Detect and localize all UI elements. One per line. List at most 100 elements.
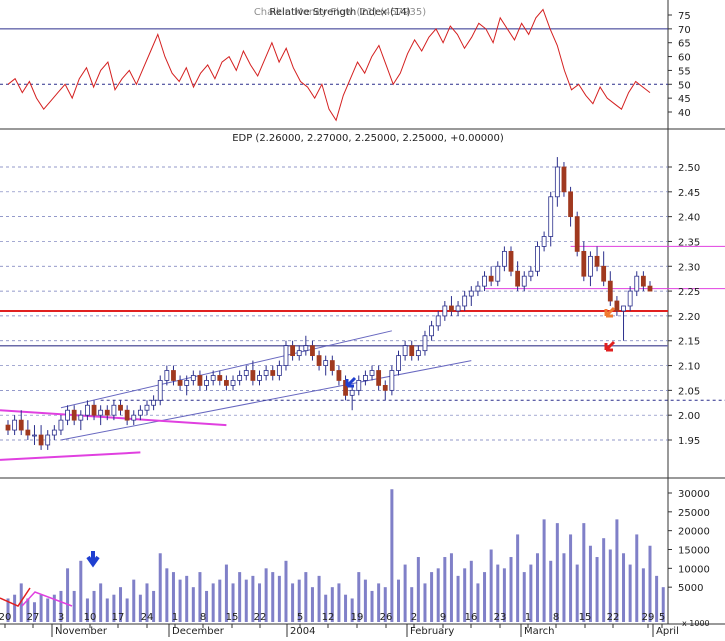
month-label: 2004 xyxy=(290,626,315,637)
candle-body xyxy=(402,345,408,357)
candle-body xyxy=(204,380,209,386)
volume-bar xyxy=(105,598,109,622)
candle-body xyxy=(475,285,481,292)
candle-body xyxy=(91,404,97,416)
candle-body xyxy=(217,375,223,381)
candle-body xyxy=(415,350,421,357)
candle-body xyxy=(594,255,600,267)
candle-body xyxy=(144,404,150,411)
volume-bar xyxy=(483,572,487,622)
volume-bar xyxy=(310,587,314,622)
volume-bar xyxy=(449,553,453,622)
volume-bar xyxy=(99,583,103,622)
candle-body xyxy=(468,290,474,297)
candle-body xyxy=(283,345,289,366)
candle-body xyxy=(541,236,547,247)
candle-body xyxy=(329,360,335,371)
candle-body xyxy=(607,280,613,302)
volume-bar xyxy=(79,560,83,622)
candle-body xyxy=(601,265,607,282)
volume-bar xyxy=(304,572,308,622)
candle-body xyxy=(250,370,256,381)
candle-body xyxy=(184,380,190,386)
candle-body xyxy=(462,295,468,307)
price-tick-label: 2.00 xyxy=(678,411,700,422)
candle-body xyxy=(171,370,176,381)
candle-body xyxy=(296,350,302,357)
rsi-tick-label: 70 xyxy=(678,25,691,36)
candle-body xyxy=(316,355,322,366)
candle-body xyxy=(521,275,527,287)
candle-body xyxy=(51,429,57,436)
volume-bar xyxy=(132,579,136,622)
candle-body xyxy=(621,305,626,312)
candle-body xyxy=(614,300,620,312)
price-tick-label: 2.10 xyxy=(678,362,700,373)
candle-body xyxy=(71,409,77,421)
volume-bar xyxy=(403,564,407,622)
candle-body xyxy=(449,305,454,312)
volume-bar xyxy=(489,549,493,622)
volume-bar xyxy=(430,572,434,622)
candle-body xyxy=(18,419,24,431)
price-tick-label: 2.50 xyxy=(678,163,700,174)
volume-bar xyxy=(344,594,348,622)
volume-bar xyxy=(185,575,189,622)
candle-body xyxy=(303,345,309,352)
day-label: 16 xyxy=(465,612,478,623)
candle-body xyxy=(85,404,90,416)
volume-bar xyxy=(549,560,553,622)
candle-body xyxy=(58,419,64,431)
candle-body xyxy=(151,399,157,406)
candle-body xyxy=(336,370,342,381)
candle-body xyxy=(627,290,633,307)
volume-bar xyxy=(125,598,129,622)
candle-body xyxy=(488,275,494,282)
volume-tick-label: 25000 xyxy=(678,508,710,519)
rsi-tick-label: 45 xyxy=(678,94,691,105)
candle-body xyxy=(197,375,203,386)
price-tick-label: 2.05 xyxy=(678,386,700,397)
day-label: 23 xyxy=(494,612,507,623)
volume-bar xyxy=(66,568,70,622)
volume-tick-label: 30000 xyxy=(678,489,710,500)
volume-bar xyxy=(165,568,169,622)
volume-bar xyxy=(218,579,222,622)
candle-body xyxy=(131,414,137,421)
rsi-tick-label: 75 xyxy=(678,11,691,22)
candle-body xyxy=(640,275,646,287)
volume-bar xyxy=(648,545,652,622)
volume-bar xyxy=(509,557,513,622)
day-label: 12 xyxy=(322,612,335,623)
candle-body xyxy=(435,315,441,327)
candle-body xyxy=(409,345,415,357)
rsi-title-overlay: Chaikin Money Flow (21) (457935) xyxy=(254,7,426,18)
candle-body xyxy=(164,370,170,381)
candle-body xyxy=(65,409,70,421)
volume-bar xyxy=(569,534,573,622)
volume-bar xyxy=(635,534,639,622)
candle-body xyxy=(124,409,130,421)
candle-body xyxy=(349,389,355,396)
candle-body xyxy=(210,375,216,381)
candle-body xyxy=(98,409,104,416)
volume-bar xyxy=(555,523,559,622)
day-label: 29 xyxy=(642,612,655,623)
volume-bar xyxy=(191,587,195,622)
candle-body xyxy=(455,305,461,312)
volume-bar xyxy=(238,572,242,622)
candle-body xyxy=(389,370,395,391)
volume-bar xyxy=(158,553,162,622)
volume-bar xyxy=(211,583,215,622)
month-label: April xyxy=(656,626,679,637)
candle-body xyxy=(548,196,554,237)
volume-tick-label: 15000 xyxy=(678,546,710,557)
volume-bar xyxy=(622,553,626,622)
volume-tick-label: 5000 xyxy=(678,583,703,594)
volume-bar xyxy=(39,594,43,622)
candle-body xyxy=(270,370,276,376)
price-tick-label: 2.15 xyxy=(678,337,700,348)
candle-body xyxy=(32,434,37,437)
price-tick-label: 2.30 xyxy=(678,262,700,273)
rsi-tick-label: 65 xyxy=(678,39,691,50)
